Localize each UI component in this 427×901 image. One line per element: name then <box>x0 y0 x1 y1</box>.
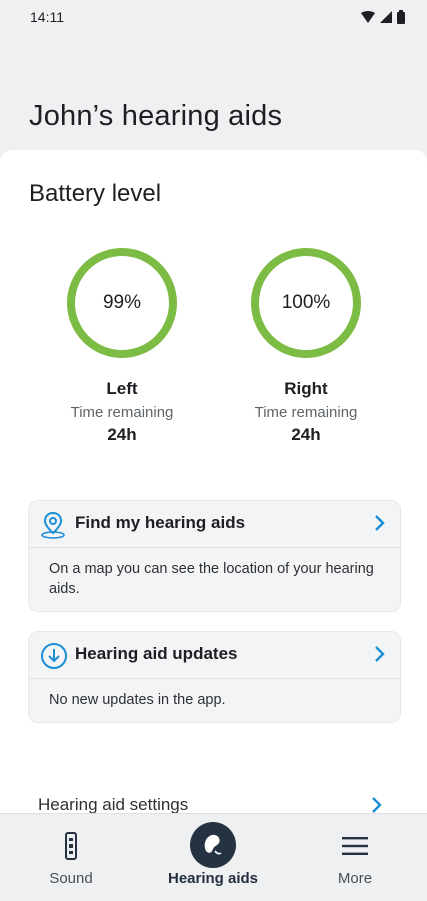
hearing-aid-icon <box>190 822 236 868</box>
chevron-right-icon <box>375 646 385 662</box>
page-title: John’s hearing aids <box>29 100 283 132</box>
right-time-remaining-label: Time remaining <box>254 404 358 421</box>
status-icons <box>361 10 405 24</box>
remote-control-icon <box>65 832 77 860</box>
nav-item-sound[interactable]: Sound <box>0 814 142 901</box>
hearing-aid-updates-description: No new updates in the app. <box>49 692 226 708</box>
find-hearing-aids-card[interactable]: Find my hearing aids On a map you can se… <box>28 500 401 612</box>
find-hearing-aids-title: Find my hearing aids <box>75 513 246 532</box>
battery-section-title: Battery level <box>29 180 162 207</box>
nav-label-more: More <box>337 870 373 887</box>
status-time: 14:11 <box>30 9 64 25</box>
chevron-right-icon <box>375 515 385 531</box>
left-battery-percent: 99% <box>102 292 142 313</box>
nav-label-sound: Sound <box>49 870 93 887</box>
hearing-aid-updates-card[interactable]: Hearing aid updates No new updates in th… <box>28 631 401 723</box>
bottom-navigation: Sound Hearing aids More <box>0 813 427 901</box>
download-circle-icon <box>41 643 67 669</box>
right-battery-percent: 100% <box>281 292 331 313</box>
battery-icon <box>397 10 405 24</box>
chevron-right-icon[interactable] <box>371 796 383 814</box>
left-time-remaining-label: Time remaining <box>70 404 174 421</box>
left-time-remaining-value: 24h <box>107 425 137 444</box>
right-side-label: Right <box>284 379 328 398</box>
status-bar: 14:11 <box>0 0 427 36</box>
menu-icon <box>342 837 368 855</box>
nav-item-hearing-aids[interactable]: Hearing aids <box>142 814 284 901</box>
location-pin-icon <box>41 511 65 539</box>
find-hearing-aids-header[interactable]: Find my hearing aids <box>29 501 400 547</box>
left-side-label: Left <box>106 379 138 398</box>
nav-item-more[interactable]: More <box>284 814 426 901</box>
right-time-remaining-value: 24h <box>291 425 321 444</box>
cellular-signal-icon <box>380 11 392 23</box>
hearing-aid-settings-row[interactable]: Hearing aid settings <box>38 795 188 815</box>
hearing-aid-updates-title: Hearing aid updates <box>75 644 238 663</box>
nav-label-hearing-aids: Hearing aids <box>167 870 259 887</box>
find-hearing-aids-description: On a map you can see the location of you… <box>49 561 374 597</box>
hearing-aid-updates-header[interactable]: Hearing aid updates <box>29 632 400 678</box>
wifi-icon <box>361 11 375 23</box>
